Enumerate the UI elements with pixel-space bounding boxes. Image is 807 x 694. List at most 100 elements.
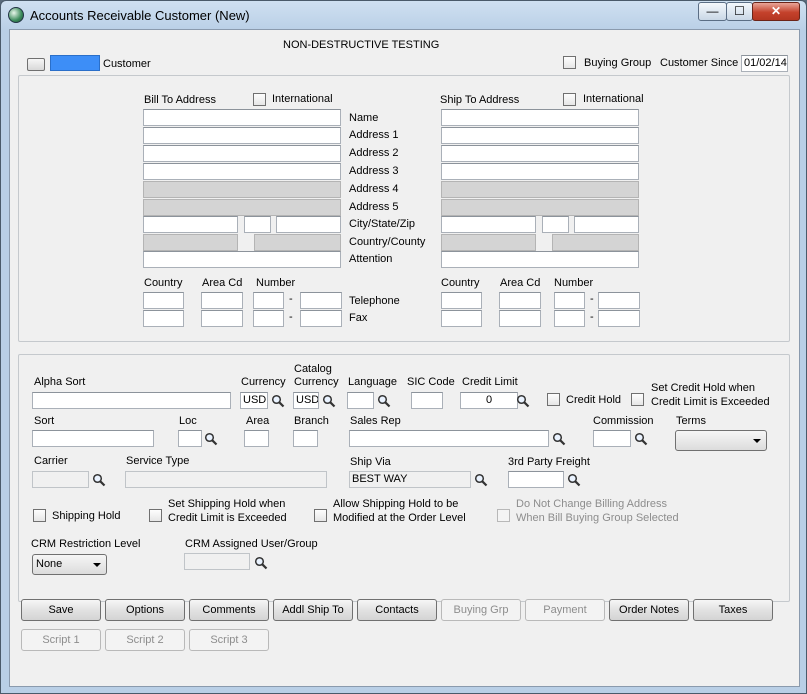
bill-fax-prefix-input[interactable] <box>253 310 284 327</box>
bill-fax-dash: - <box>289 311 293 323</box>
currency-input[interactable]: USD <box>240 392 268 409</box>
addl-ship-to-button[interactable]: Addl Ship To <box>273 599 353 621</box>
sales-rep-search-icon[interactable] <box>552 432 566 446</box>
bill-fax-country-input[interactable] <box>143 310 184 327</box>
bill-tel-suffix-input[interactable] <box>300 292 342 309</box>
script1-button: Script 1 <box>21 629 101 651</box>
bill-tel-area-input[interactable] <box>201 292 243 309</box>
loc-input[interactable] <box>178 430 202 447</box>
bill-fax-suffix-input[interactable] <box>300 310 342 327</box>
ship-name-input[interactable] <box>441 109 639 126</box>
options-button[interactable]: Options <box>105 599 185 621</box>
bill-zip-input[interactable] <box>276 216 341 233</box>
close-button[interactable]: ✕ <box>752 2 800 21</box>
catalog-currency-label-2: Currency <box>294 376 339 388</box>
set-shipping-hold-checkbox[interactable] <box>149 509 162 522</box>
bill-attention-input[interactable] <box>143 251 341 268</box>
ship-tel-area-input[interactable] <box>499 292 541 309</box>
set-credit-hold-label-1: Set Credit Hold when <box>651 382 755 394</box>
ship-state-input[interactable] <box>542 216 569 233</box>
maximize-button[interactable]: ☐ <box>726 2 753 21</box>
bill-to-label: Bill To Address <box>144 94 216 106</box>
area-input[interactable] <box>244 430 269 447</box>
set-credit-hold-checkbox[interactable] <box>631 393 644 406</box>
loc-search-icon[interactable] <box>204 432 218 446</box>
crm-assigned-search-icon[interactable] <box>254 556 268 570</box>
order-notes-button[interactable]: Order Notes <box>609 599 689 621</box>
buying-group-checkbox[interactable] <box>563 56 576 69</box>
ship-fax-suffix-input[interactable] <box>598 310 640 327</box>
shipping-hold-checkbox[interactable] <box>33 509 46 522</box>
ship-tel-suffix-input[interactable] <box>598 292 640 309</box>
customer-since-input[interactable]: 01/02/14 <box>741 55 788 72</box>
ship-attention-input[interactable] <box>441 251 639 268</box>
ship-tel-country-input[interactable] <box>441 292 482 309</box>
carrier-input[interactable] <box>32 471 89 488</box>
ship-address2-input[interactable] <box>441 145 639 162</box>
credit-hold-label: Credit Hold <box>566 394 622 406</box>
ship-city-input[interactable] <box>441 216 536 233</box>
save-button[interactable]: Save <box>21 599 101 621</box>
ship-to-label: Ship To Address <box>440 94 520 106</box>
bill-address1-input[interactable] <box>143 127 341 144</box>
comments-button[interactable]: Comments <box>189 599 269 621</box>
alpha-sort-input[interactable] <box>32 392 231 409</box>
contacts-button[interactable]: Contacts <box>357 599 437 621</box>
window-title: Accounts Receivable Customer (New) <box>30 8 250 23</box>
ship-zip-input[interactable] <box>574 216 639 233</box>
customer-lookup-button[interactable] <box>27 58 45 71</box>
third-party-freight-input[interactable] <box>508 471 564 488</box>
carrier-search-icon[interactable] <box>92 473 106 487</box>
crm-assigned-input[interactable] <box>184 553 250 570</box>
ship-address1-input[interactable] <box>441 127 639 144</box>
commission-input[interactable] <box>593 430 631 447</box>
bill-address3-input[interactable] <box>143 163 341 180</box>
credit-limit-search-icon[interactable] <box>516 394 530 408</box>
catalog-currency-input[interactable]: USD <box>293 392 319 409</box>
sort-input[interactable] <box>32 430 154 447</box>
sort-label: Sort <box>34 415 55 427</box>
crm-restriction-select[interactable]: None <box>32 554 107 575</box>
script2-button: Script 2 <box>105 629 185 651</box>
ship-county-input <box>552 234 639 251</box>
sic-code-input[interactable] <box>411 392 443 409</box>
service-type-input[interactable] <box>125 471 327 488</box>
third-party-freight-search-icon[interactable] <box>567 473 581 487</box>
sales-rep-input[interactable] <box>349 430 549 447</box>
language-search-icon[interactable] <box>377 394 391 408</box>
bill-tel-prefix-input[interactable] <box>253 292 284 309</box>
minimize-button[interactable]: — <box>698 2 727 21</box>
branch-label: Branch <box>294 415 329 427</box>
ship-fax-area-input[interactable] <box>499 310 541 327</box>
bill-address2-input[interactable] <box>143 145 341 162</box>
customer-number-field[interactable] <box>50 55 100 71</box>
title-bar[interactable]: Accounts Receivable Customer (New) — ☐ ✕ <box>1 1 806 29</box>
ship-fax-prefix-input[interactable] <box>554 310 585 327</box>
ship-phone-area-header: Area Cd <box>500 277 541 289</box>
bill-fax-area-input[interactable] <box>201 310 243 327</box>
bill-international-checkbox[interactable] <box>253 93 266 106</box>
language-input[interactable] <box>347 392 374 409</box>
ship-tel-prefix-input[interactable] <box>554 292 585 309</box>
bill-phone-area-header: Area Cd <box>202 277 243 289</box>
terms-select[interactable] <box>675 430 767 451</box>
country-county-label: Country/County <box>349 236 426 248</box>
branch-input[interactable] <box>293 430 318 447</box>
taxes-button[interactable]: Taxes <box>693 599 773 621</box>
currency-search-icon[interactable] <box>271 394 285 408</box>
allow-shipping-hold-checkbox[interactable] <box>314 509 327 522</box>
ship-address3-input[interactable] <box>441 163 639 180</box>
ship-via-search-icon[interactable] <box>474 473 488 487</box>
ship-international-checkbox[interactable] <box>563 93 576 106</box>
carrier-label: Carrier <box>34 455 68 467</box>
ship-fax-country-input[interactable] <box>441 310 482 327</box>
bill-state-input[interactable] <box>244 216 271 233</box>
commission-search-icon[interactable] <box>634 432 648 446</box>
credit-hold-checkbox[interactable] <box>547 393 560 406</box>
bill-name-input[interactable] <box>143 109 341 126</box>
ship-via-input[interactable]: BEST WAY <box>349 471 471 488</box>
catalog-currency-search-icon[interactable] <box>322 394 336 408</box>
bill-city-input[interactable] <box>143 216 238 233</box>
bill-tel-country-input[interactable] <box>143 292 184 309</box>
credit-limit-input[interactable]: 0 <box>460 392 518 409</box>
